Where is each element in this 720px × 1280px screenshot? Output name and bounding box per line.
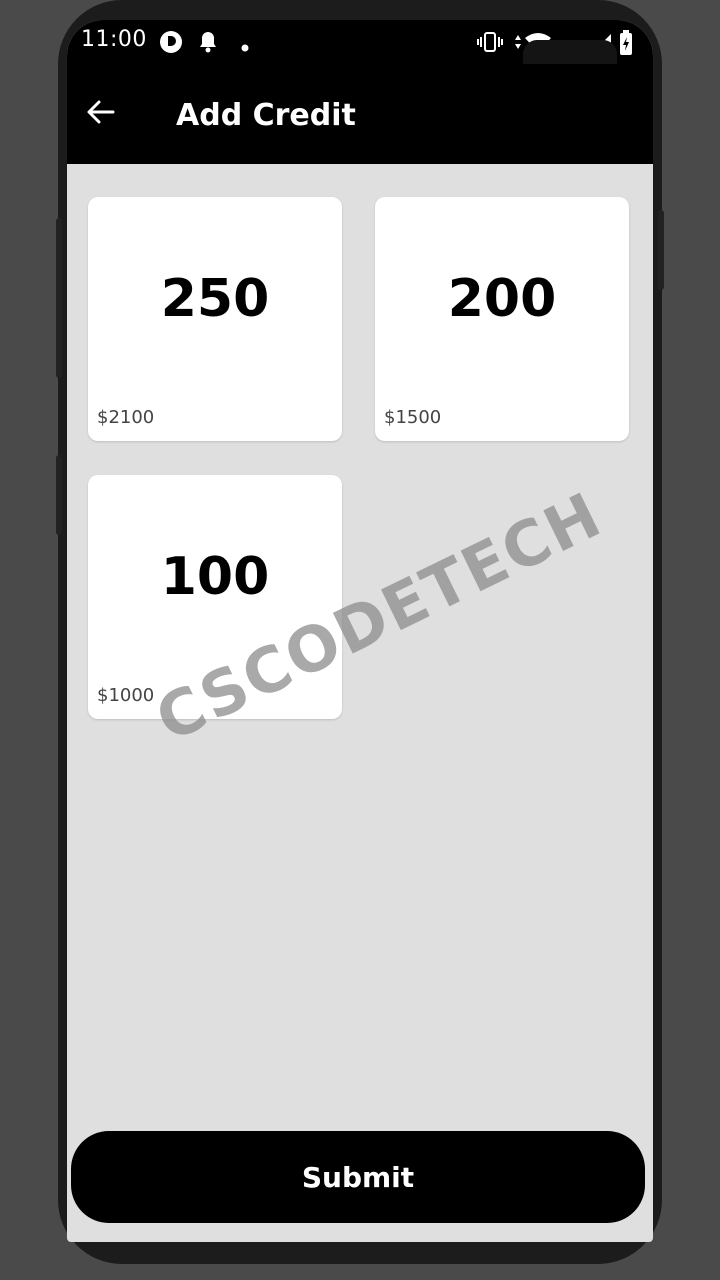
credit-amount: 250 [160, 269, 270, 329]
credit-card-100[interactable]: 100 $1000 [88, 475, 342, 719]
side-button-right [658, 210, 664, 290]
credit-card-200[interactable]: 200 $1500 [375, 197, 629, 441]
credit-price: $1500 [384, 407, 442, 428]
credit-card-250[interactable]: 250 $2100 [88, 197, 342, 441]
dot-icon [241, 37, 249, 56]
page-title: Add Credit [176, 98, 356, 133]
submit-button[interactable]: Submit [71, 1131, 645, 1223]
back-button[interactable] [81, 94, 121, 134]
app-notification-icon [159, 30, 183, 58]
bell-icon [197, 30, 219, 58]
status-time: 11:00 [81, 27, 147, 52]
credit-amount: 100 [160, 547, 270, 607]
app-bar: Add Credit [67, 64, 653, 164]
credit-amount: 200 [447, 269, 557, 329]
credit-price: $2100 [97, 407, 155, 428]
volume-button [56, 455, 62, 535]
vibrate-icon [477, 30, 503, 58]
battery-icon [619, 30, 633, 60]
power-button [56, 218, 62, 378]
arrow-left-icon [85, 96, 117, 132]
credit-price: $1000 [97, 685, 155, 706]
screen: 11:00 Add Credit 250 $2100 200 $1500 100… [67, 20, 653, 1242]
